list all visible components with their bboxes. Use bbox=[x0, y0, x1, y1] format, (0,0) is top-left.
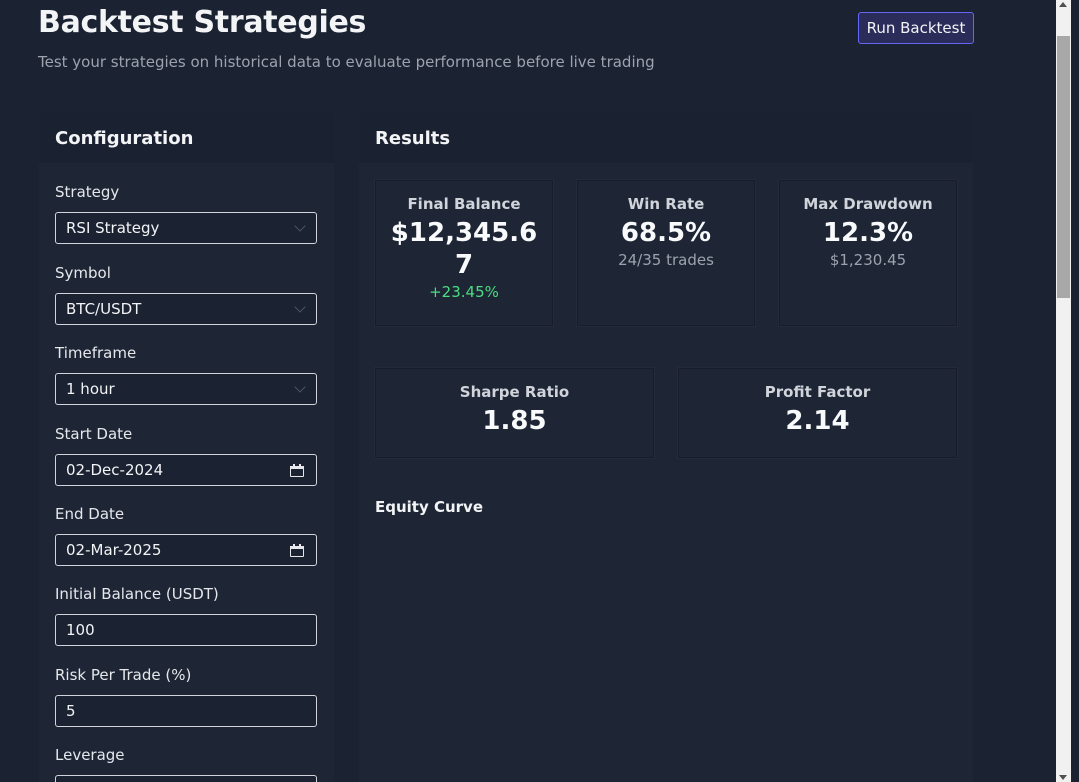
final-balance-card: Final Balance $12,345.6 7 +23.45% bbox=[375, 180, 553, 326]
chevron-down-icon bbox=[294, 220, 306, 232]
win-rate-trades: 24/35 trades bbox=[618, 251, 714, 269]
results-panel: Results Final Balance $12,345.6 7 +23.45… bbox=[359, 113, 973, 782]
equity-curve-title: Equity Curve bbox=[375, 498, 484, 516]
timeframe-value: 1 hour bbox=[66, 380, 115, 398]
risk-input[interactable]: 5 bbox=[55, 695, 317, 727]
start-date-label: Start Date bbox=[55, 425, 133, 443]
end-date-value: 02-Mar-2025 bbox=[66, 541, 162, 559]
scroll-up-icon[interactable] bbox=[1059, 2, 1067, 7]
strategy-value: RSI Strategy bbox=[66, 219, 160, 237]
max-drawdown-title: Max Drawdown bbox=[803, 195, 933, 213]
initial-balance-label: Initial Balance (USDT) bbox=[55, 585, 219, 603]
end-date-input[interactable]: 02-Mar-2025 bbox=[55, 534, 317, 566]
max-drawdown-amount: $1,230.45 bbox=[829, 251, 907, 269]
initial-balance-value: 100 bbox=[66, 621, 95, 639]
leverage-label: Leverage bbox=[55, 746, 125, 764]
scroll-thumb[interactable] bbox=[1057, 36, 1070, 298]
final-balance-title: Final Balance bbox=[407, 195, 521, 213]
timeframe-select[interactable]: 1 hour bbox=[55, 373, 317, 405]
final-balance-value-line1: $12,345.6 bbox=[390, 218, 538, 248]
win-rate-title: Win Rate bbox=[627, 195, 705, 213]
strategy-label: Strategy bbox=[55, 183, 120, 201]
end-date-label: End Date bbox=[55, 505, 125, 523]
start-date-value: 02-Dec-2024 bbox=[66, 461, 164, 479]
max-drawdown-value: 12.3% bbox=[822, 218, 914, 248]
profit-factor-title: Profit Factor bbox=[764, 383, 871, 401]
symbol-select[interactable]: BTC/USDT bbox=[55, 293, 317, 325]
strategy-select[interactable]: RSI Strategy bbox=[55, 212, 317, 244]
backtest-page: Backtest Strategies Test your strategies… bbox=[0, 0, 1079, 782]
sharpe-ratio-value: 1.85 bbox=[482, 406, 547, 436]
final-balance-change: +23.45% bbox=[429, 283, 499, 301]
final-balance-value-line2: 7 bbox=[454, 250, 474, 280]
page-scrollbar[interactable] bbox=[1056, 0, 1071, 782]
win-rate-value: 68.5% bbox=[620, 218, 712, 248]
risk-label: Risk Per Trade (%) bbox=[55, 666, 192, 684]
page-subtitle: Test your strategies on historical data … bbox=[38, 53, 655, 71]
profit-factor-card: Profit Factor 2.14 bbox=[678, 368, 957, 458]
profit-factor-value: 2.14 bbox=[785, 406, 850, 436]
risk-value: 5 bbox=[66, 702, 76, 720]
chevron-down-icon bbox=[294, 381, 306, 393]
sharpe-ratio-title: Sharpe Ratio bbox=[459, 383, 570, 401]
final-balance-value: $12,345.6 7 bbox=[376, 217, 552, 281]
leverage-input[interactable] bbox=[55, 775, 317, 782]
calendar-icon[interactable] bbox=[290, 463, 304, 477]
symbol-value: BTC/USDT bbox=[66, 300, 142, 318]
max-drawdown-card: Max Drawdown 12.3% $1,230.45 bbox=[779, 180, 957, 326]
run-backtest-button[interactable]: Run Backtest bbox=[858, 12, 974, 44]
timeframe-label: Timeframe bbox=[55, 344, 137, 362]
configuration-panel: Configuration Strategy RSI Strategy Symb… bbox=[39, 113, 334, 782]
start-date-input[interactable]: 02-Dec-2024 bbox=[55, 454, 317, 486]
initial-balance-input[interactable]: 100 bbox=[55, 614, 317, 646]
symbol-label: Symbol bbox=[55, 264, 111, 282]
scroll-down-icon[interactable] bbox=[1059, 775, 1067, 780]
sharpe-ratio-card: Sharpe Ratio 1.85 bbox=[375, 368, 654, 458]
page-title: Backtest Strategies bbox=[38, 5, 367, 40]
win-rate-card: Win Rate 68.5% 24/35 trades bbox=[577, 180, 755, 326]
results-title: Results bbox=[359, 113, 973, 163]
configuration-title: Configuration bbox=[39, 113, 334, 163]
calendar-icon[interactable] bbox=[290, 543, 304, 557]
chevron-down-icon bbox=[294, 301, 306, 313]
